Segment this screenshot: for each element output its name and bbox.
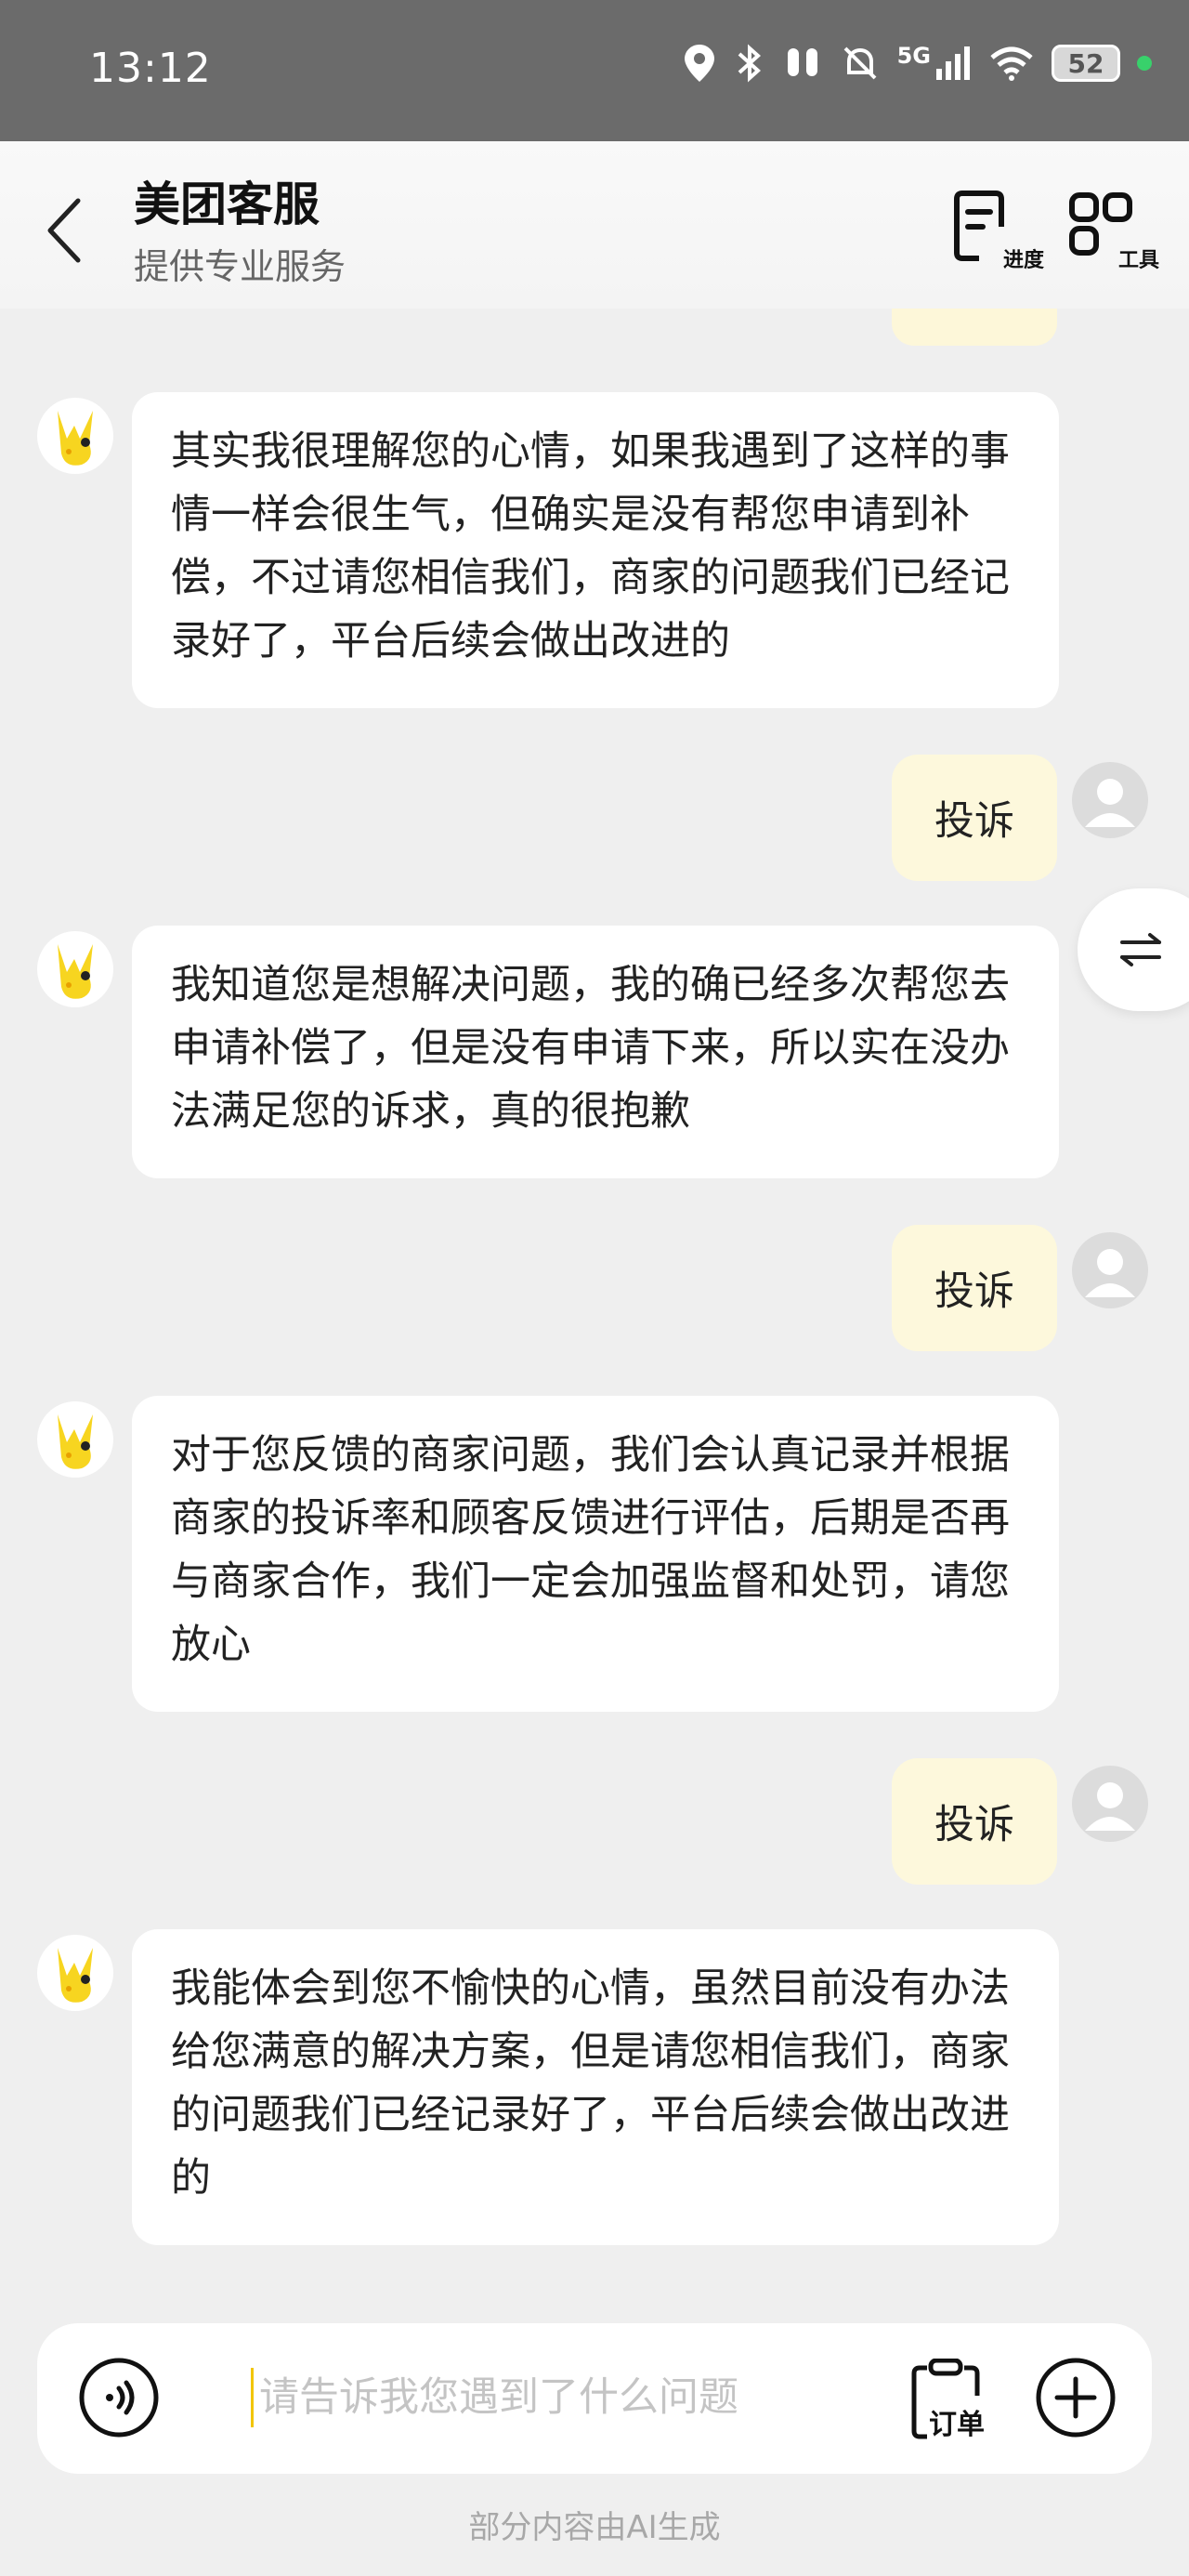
user-silhouette-icon (1085, 1782, 1135, 1831)
kangaroo-mascot-icon (58, 944, 93, 999)
network-type: 5G (896, 43, 931, 69)
user-message-bubble: 投诉 (892, 1758, 1057, 1885)
agent-avatar (37, 931, 113, 1007)
wifi-icon (990, 46, 1033, 81)
page-title: 美团客服 (134, 177, 320, 231)
order-label: 订单 (929, 2409, 985, 2441)
mute-icon (843, 46, 877, 80)
progress-button[interactable]: 进度 (951, 190, 1044, 273)
user-message-bubble: 投诉 (892, 1225, 1057, 1351)
location-icon (684, 45, 714, 82)
back-arrow-icon[interactable] (41, 193, 93, 268)
ai-disclaimer: 部分内容由AI生成 (468, 2509, 721, 2546)
previous-message-peek (892, 309, 1057, 346)
battery-indicator: 52 (1052, 45, 1120, 82)
status-icons: 5G 52 (682, 43, 1152, 84)
agent-avatar (37, 1935, 113, 2011)
tools-label: 工具 (1117, 249, 1159, 272)
signal-icon (936, 46, 970, 80)
user-message-bubble: 投诉 (892, 755, 1057, 881)
kangaroo-mascot-icon (58, 1948, 93, 2003)
kangaroo-mascot-icon (58, 1414, 93, 1469)
earbuds-icon (787, 48, 817, 76)
agent-message-bubble: 其实我很理解您的心情，如果我遇到了这样的事情一样会很生气，但确实是没有帮您申请到… (132, 392, 1059, 708)
chat-header: 美团客服 提供专业服务 进度 工具 (0, 141, 1189, 309)
user-avatar (1072, 762, 1148, 838)
progress-label: 进度 (1002, 249, 1044, 272)
page-subtitle: 提供专业服务 (134, 246, 346, 287)
tools-button[interactable]: 工具 (1066, 190, 1159, 273)
message-input-bar: 订单 (37, 2323, 1152, 2474)
status-bar: 13:12 5G 52 (0, 0, 1189, 141)
switch-button[interactable] (1078, 888, 1189, 1011)
voice-input-icon[interactable] (78, 2357, 160, 2438)
privacy-indicator-dot (1137, 56, 1152, 71)
agent-message-bubble: 我能体会到您不愉快的心情，虽然目前没有办法给您满意的解决方案，但是请您相信我们，… (132, 1929, 1059, 2245)
agent-message-bubble: 我知道您是想解决问题，我的确已经多次帮您去申请补偿了，但是没有申请下来，所以实在… (132, 926, 1059, 1178)
swap-arrows-icon (1120, 933, 1161, 966)
bluetooth-icon (738, 44, 761, 83)
chat-message-list[interactable]: 其实我很理解您的心情，如果我遇到了这样的事情一样会很生气，但确实是没有帮您申请到… (0, 309, 1189, 2316)
user-avatar (1072, 1232, 1148, 1308)
agent-message-bubble: 对于您反馈的商家问题，我们会认真记录并根据商家的投诉率和顾客反馈进行评估，后期是… (132, 1396, 1059, 1712)
agent-avatar (37, 398, 113, 474)
status-time: 13:12 (89, 45, 212, 92)
order-button[interactable]: 订单 (908, 2359, 998, 2442)
message-input[interactable] (251, 2368, 845, 2427)
user-silhouette-icon (1085, 779, 1135, 827)
user-avatar (1072, 1766, 1148, 1842)
kangaroo-mascot-icon (58, 411, 93, 466)
agent-avatar (37, 1401, 113, 1478)
add-plus-icon[interactable] (1035, 2357, 1117, 2438)
user-silhouette-icon (1085, 1249, 1135, 1297)
